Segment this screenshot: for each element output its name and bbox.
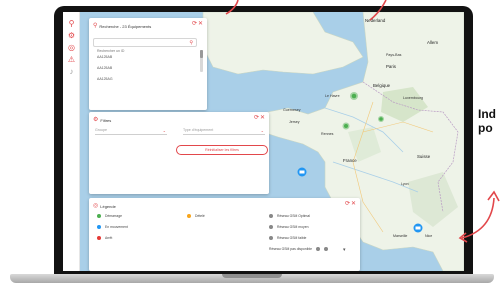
signal-icon — [323, 247, 328, 251]
warning-icon[interactable]: ⚠ — [66, 54, 77, 65]
promo-side-text-line1: Ind — [478, 107, 496, 121]
search-result-item[interactable]: AA125AG — [97, 77, 113, 81]
equipment-type-select[interactable]: Type d'équipement ⌄ — [183, 126, 265, 135]
legend-item-gsm-optimal: Réseau GSM Optimal — [269, 214, 310, 218]
legend-label: Réseau GSM faible — [277, 236, 307, 240]
map-label-rennes: Rennes — [321, 132, 334, 136]
refresh-icon[interactable]: ⟳ — [192, 21, 197, 27]
filters-panel-header: ⚙ Filtres — [93, 116, 111, 124]
map-label-suisse: Suisse — [417, 154, 431, 159]
status-dot — [97, 225, 101, 229]
map-label-nederland: Nederland — [365, 18, 386, 23]
map-island-guernsey — [291, 112, 295, 116]
search-panel: ⚲ Recherche - 23 Équipements ⟳ ✕ ⚲ AA125… — [89, 18, 207, 110]
search-input-icon[interactable]: ⚲ — [189, 40, 193, 46]
filters-panel-actions: ⟳ ✕ — [254, 115, 265, 121]
legend-item-en-mouvement: En mouvement — [97, 225, 128, 229]
chevron-down-icon: ⌄ — [260, 128, 264, 133]
status-dot — [97, 236, 101, 240]
close-icon[interactable]: ✕ — [351, 201, 356, 207]
legend-label: Arrêt — [105, 236, 113, 240]
search-box: ⚲ — [93, 38, 197, 55]
map-label-marseille: Marseille — [393, 234, 408, 238]
legend-label: En mouvement — [105, 225, 128, 229]
legend-label: Réseau GSM pas disponible — [269, 247, 312, 251]
status-dot — [187, 214, 191, 218]
refresh-icon[interactable]: ⟳ — [345, 201, 350, 207]
signal-icon — [269, 236, 273, 240]
legend-item-gsm-moyen: Réseau GSM moyen — [269, 225, 308, 229]
signal-icon — [269, 214, 273, 218]
legend-item-arret: Arrêt — [97, 236, 112, 240]
search-panel-icon: ⚲ — [93, 23, 98, 29]
target-icon[interactable]: ◎ — [66, 42, 77, 53]
map-label-nice: Nice — [425, 234, 433, 238]
legend-item-gsm-faible: Réseau GSM faible — [269, 236, 306, 240]
legend-item-gsm-indisponible: Réseau GSM pas disponible — [269, 247, 328, 251]
filters-panel-title: Filtres — [100, 117, 112, 123]
promo-image: Nederland Allem Pays-Bas Paris Belgique … — [0, 0, 504, 290]
map-cluster-marker — [344, 124, 348, 128]
legend-label: Réseau GSM Optimal — [277, 214, 310, 218]
laptop-screen: Nederland Allem Pays-Bas Paris Belgique … — [63, 12, 464, 271]
search-result-item[interactable]: AA125AB — [97, 55, 112, 59]
legend-panel-header: ◎ Légende — [93, 202, 116, 210]
signal-icon — [269, 225, 273, 229]
search-panel-title: Recherche - 23 Équipements — [99, 23, 152, 29]
map-label-pays-bas: Pays-Bas — [386, 53, 402, 57]
map-cluster-marker — [379, 117, 383, 121]
legend-panel: ◎ Légende ⟳ ✕ Démarrage En mouvement Arr… — [89, 198, 360, 271]
map-cluster-marker — [351, 93, 357, 99]
legend-panel-actions: ⟳ ✕ — [345, 201, 356, 207]
promo-side-text-line2: po — [478, 121, 493, 135]
legend-label: Réseau GSM moyen — [277, 225, 309, 229]
map-label-allemagne: Allem — [427, 40, 438, 45]
search-result-item[interactable]: AA125AB — [97, 66, 112, 70]
bell-icon[interactable]: ♪ — [66, 66, 77, 77]
map-label-le-havre: Le Havre — [325, 94, 340, 98]
signal-icon — [315, 247, 320, 251]
map-label-luxembourg: Luxembourg — [403, 96, 423, 100]
map-island-jersey — [299, 116, 303, 120]
map-label-lyon: Lyon — [401, 182, 409, 186]
map-vehicle-marker — [413, 223, 423, 233]
filter-icon: ⚙ — [93, 117, 99, 123]
reset-filters-button[interactable]: Réinitialiser les filtres — [176, 145, 268, 155]
chevron-down-icon[interactable]: ▾ — [343, 247, 346, 253]
arrow-head-4 — [487, 190, 500, 202]
search-results-scrollbar[interactable] — [200, 50, 203, 72]
search-panel-actions: ⟳ ✕ — [192, 21, 203, 27]
legend-icon: ◎ — [93, 203, 99, 209]
map-label-jersey: Jersey — [289, 120, 300, 124]
filter-icon[interactable]: ⚙ — [66, 30, 77, 41]
legend-label: Dételé — [195, 214, 205, 218]
map-label-paris: Paris — [386, 64, 397, 69]
search-input[interactable] — [97, 47, 183, 55]
legend-item-detele: Dételé — [187, 214, 205, 218]
refresh-icon[interactable]: ⟳ — [254, 115, 259, 121]
laptop-notch — [222, 274, 282, 278]
scrollbar-thumb[interactable] — [200, 50, 203, 58]
legend-label: Démarrage — [105, 214, 122, 218]
equipment-type-select-value: Type d'équipement — [183, 128, 214, 132]
promo-side-text: Ind po — [478, 107, 496, 135]
close-icon[interactable]: ✕ — [198, 21, 203, 27]
legend-panel-title: Légende — [100, 203, 116, 209]
search-panel-header: ⚲ Recherche - 23 Équipements — [93, 22, 151, 30]
chevron-down-icon: ⌄ — [162, 128, 166, 133]
search-icon[interactable]: ⚲ — [66, 18, 77, 29]
map-label-guernsey: Guernesey — [283, 108, 301, 112]
left-toolbar: ⚲ ⚙ ◎ ⚠ ♪ — [63, 12, 80, 271]
group-select-value: Groupe — [95, 128, 107, 132]
status-dot — [97, 214, 101, 218]
close-icon[interactable]: ✕ — [260, 115, 265, 121]
filters-panel: ⚙ Filtres ⟳ ✕ Groupe ⌄ Type d'équipement… — [89, 112, 269, 194]
legend-item-demarrage: Démarrage — [97, 214, 122, 218]
group-select[interactable]: Groupe ⌄ — [95, 126, 167, 135]
map-label-belgique: Belgique — [373, 83, 391, 88]
map-vehicle-marker — [297, 167, 307, 177]
map-label-france: France — [343, 158, 357, 163]
